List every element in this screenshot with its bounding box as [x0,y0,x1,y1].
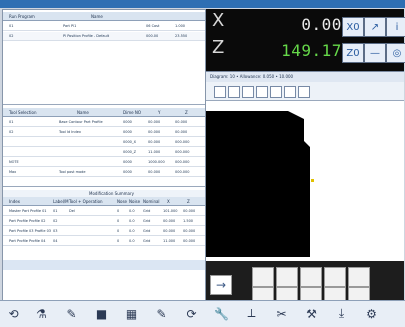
tool-pan[interactable] [284,86,296,98]
thumbnail-4[interactable] [324,267,346,287]
x-zero-button[interactable]: X0 [342,17,364,37]
arrow-right-icon: → [215,278,227,292]
graphic-toolbar [206,82,404,101]
run-program-table-header: Run Program Name [3,12,205,21]
z-target-button[interactable]: ◎ [386,43,405,63]
table-row[interactable]: 01 Part Pl1 06 Cost 1.000 [3,22,205,31]
info-icon: i [395,21,399,33]
tool-selection-table: Tool Selection Name Dime NO Y Z 01 Base … [3,108,205,178]
undo-icon[interactable]: ⟲ [6,306,21,321]
left-panel: Run Program Name 01 Part Pl1 06 Cost 1.0… [2,9,206,301]
download-icon[interactable]: ⤓ [334,306,349,321]
z-axis-label: Z [212,37,225,58]
stop-icon[interactable]: ■ [94,306,109,321]
settings-icon[interactable]: ⚙ [364,306,379,321]
pencil-icon[interactable]: ✎ [64,306,79,321]
modification-summary-title: Modification Summary [89,191,134,196]
tool-arrow-left[interactable] [214,86,226,98]
right-panel: X 0.000 Z 149.177 X0 ↗ i Z0 — ◎ Diagram:… [206,9,405,308]
thumbnail-arrow[interactable]: → [210,275,232,295]
part-profile-svg [206,111,310,257]
rotate-icon[interactable]: ⟳ [184,306,199,321]
dro-status-text: Diagram: 10 • Allowance: 0.050 • 10.000 [210,74,294,79]
tool-zoom-in[interactable] [256,86,268,98]
table-row[interactable]: Max Tool post mode 0000 00.000 000.000 [3,168,205,177]
thumbnail-5[interactable] [348,267,370,287]
table-row[interactable]: 0000_Z 11.000 000.000 [3,148,205,157]
table-spacer [3,260,205,270]
tool-selection-table-header: Tool Selection Name Dime NO Y Z [3,108,205,117]
selection-marker [311,179,314,182]
col-name: Name [91,14,103,19]
profile-preview[interactable] [206,101,404,261]
target-icon: ◎ [392,47,402,59]
x-arrow-button[interactable]: ↗ [364,17,386,37]
app-title-bar [0,0,405,8]
tool-zoom-out[interactable] [270,86,282,98]
flask-icon[interactable]: ⚗ [34,306,49,321]
bottom-toolbar: ⟲ ⚗ ✎ ■ ▦ ✎ ⟳ 🔧 ⟂ ✂ ⚒ ⤓ ⚙ [0,300,405,327]
dro-display: X 0.000 Z 149.177 X0 ↗ i Z0 — ◎ [206,9,405,71]
table-row[interactable]: 02 Pl Position Profile - Default 000.00 … [3,32,205,41]
z-zero-button-label: Z0 [346,47,360,59]
z-minus-button[interactable]: — [364,43,386,63]
table-row[interactable]: Master Part Profile 01 01 Del 0 0.0 Grid… [3,207,205,216]
tool-fit[interactable] [242,86,254,98]
tool-home[interactable] [298,86,310,98]
thumbnail-3[interactable] [300,267,322,287]
modification-summary-table: Modification Summary Index Label/M Tool … [3,190,205,302]
table-row[interactable]: Part Profile Profile 04 04 0 0.0 Grid 11… [3,237,205,246]
x-axis-label: X [212,10,225,31]
x-zero-button-label: X0 [346,21,360,33]
table-row[interactable]: Part Profile Profile 02 02 0 0.0 Grid 00… [3,217,205,226]
table-row[interactable]: 01 Base Contour Part Profile 0000 00.000… [3,118,205,127]
table-row[interactable]: Part Profile 03 Profile 03 03 0 0.0 Grid… [3,227,205,236]
thumbnail-1[interactable] [252,267,274,287]
run-program-table: Run Program Name 01 Part Pl1 06 Cost 1.0… [3,12,205,92]
brush-icon[interactable]: ✎ [154,306,169,321]
col-run-program: Run Program [9,14,35,19]
table-row[interactable]: 02 Tool Id Index 0000 00.000 00.000 [3,128,205,137]
measure-icon[interactable]: ⟂ [244,306,259,321]
table-row[interactable]: NOTE 0000 1000.000 000.000 [3,158,205,167]
tool-icon[interactable]: ⚒ [304,306,319,321]
section-divider [3,186,205,187]
tool-arrow-right[interactable] [228,86,240,98]
section-divider [3,104,205,105]
x-info-button[interactable]: i [386,17,405,37]
cut-icon[interactable]: ✂ [274,306,289,321]
grid-icon[interactable]: ▦ [124,306,139,321]
minus-icon: — [370,47,380,59]
table-row[interactable]: 0000_X 00.000 000.000 [3,138,205,147]
thumbnail-2[interactable] [276,267,298,287]
wrench-icon[interactable]: 🔧 [214,306,229,321]
arrow-up-right-icon: ↗ [370,21,380,33]
modification-summary-header: Index Label/M Tool + Operation Nose Nois… [3,197,205,206]
z-zero-button[interactable]: Z0 [342,43,364,63]
